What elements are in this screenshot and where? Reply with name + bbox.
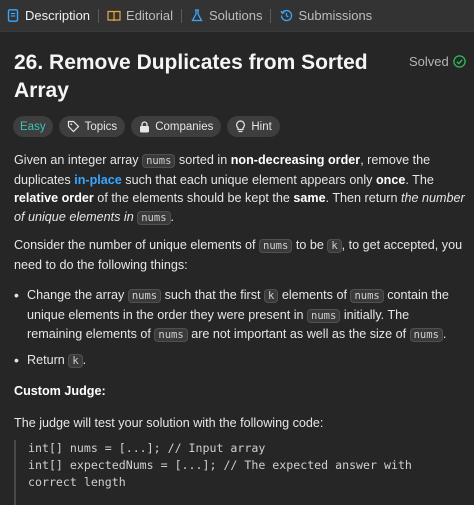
tab-editorial-label: Editorial	[126, 8, 173, 23]
tab-description-label: Description	[25, 8, 91, 23]
tab-editorial[interactable]: Editorial	[101, 0, 179, 31]
problem-title: 26. Remove Duplicates from Sorted Array	[14, 51, 368, 102]
list-item: • Return k.	[14, 351, 464, 371]
tab-description[interactable]: Description	[0, 0, 96, 31]
difficulty-badge[interactable]: Easy	[13, 116, 53, 137]
difficulty-label: Easy	[20, 120, 46, 133]
inline-code: nums	[350, 289, 384, 303]
tag-row: Easy Topics Companies Hint	[13, 116, 280, 137]
inline-code: k	[327, 239, 342, 253]
description-paragraph-1: Given an integer array nums sorted in no…	[14, 151, 466, 227]
bullet-dot: •	[14, 287, 19, 303]
inline-code: k	[68, 354, 83, 368]
text: . The	[405, 172, 434, 187]
inline-code: nums	[307, 308, 341, 323]
bold-text: relative order	[14, 191, 94, 205]
code-block: int[] nums = [...]; // Input array int[]…	[14, 440, 466, 505]
inline-code: nums	[259, 239, 293, 253]
tab-solutions[interactable]: Solutions	[184, 0, 268, 31]
companies-button[interactable]: Companies	[131, 116, 222, 137]
list-item-text: Return k.	[27, 351, 464, 371]
tab-solutions-label: Solutions	[209, 8, 263, 23]
text: elements of	[278, 288, 351, 302]
history-icon	[279, 9, 293, 23]
text: Consider the number of unique elements o…	[14, 238, 260, 252]
book-icon	[107, 9, 121, 23]
document-icon	[6, 9, 20, 23]
lightbulb-icon	[236, 120, 246, 133]
inline-code: nums	[127, 289, 162, 303]
text: Given an integer array	[14, 153, 143, 167]
solved-label: Solved	[409, 54, 449, 69]
text: of the elements should be kept the	[93, 191, 294, 205]
inline-code: nums	[137, 210, 171, 225]
inline-code: nums	[409, 328, 443, 342]
text: .	[170, 209, 175, 224]
tab-divider	[98, 8, 100, 23]
judge-text: The judge will test your solution with t…	[14, 416, 324, 430]
in-place-link[interactable]: in-place	[74, 173, 122, 187]
inline-code: k	[264, 289, 279, 303]
companies-label: Companies	[155, 120, 214, 133]
tab-divider	[181, 8, 182, 23]
text: .	[442, 327, 447, 341]
inline-code: nums	[142, 154, 176, 168]
bold-text: non-decreasing order	[230, 153, 361, 167]
list-item-text: Change the array nums such that the firs…	[27, 286, 464, 345]
solved-status: Solved	[409, 54, 466, 69]
text: Return	[27, 353, 69, 367]
topics-button[interactable]: Topics	[58, 116, 126, 137]
text: such that the first	[161, 288, 265, 302]
hint-label: Hint	[251, 120, 272, 133]
check-circle-icon	[453, 55, 466, 68]
tag-icon	[67, 120, 79, 133]
text: Change the array	[27, 288, 128, 302]
bullet-dot: •	[14, 352, 19, 368]
custom-judge-heading: Custom Judge:	[14, 384, 106, 398]
tab-submissions-label: Submissions	[298, 8, 373, 23]
text: .	[82, 353, 87, 367]
inline-code: nums	[154, 328, 188, 342]
list-item: • Change the array nums such that the fi…	[14, 286, 464, 345]
text: to be	[292, 238, 328, 252]
bold-text: same	[293, 191, 326, 205]
topics-label: Topics	[84, 120, 118, 133]
flask-icon	[190, 9, 204, 23]
hint-button[interactable]: Hint	[227, 116, 280, 137]
text: sorted in	[175, 153, 231, 167]
text: such that each unique element appears on…	[121, 172, 376, 187]
lock-icon	[140, 120, 150, 132]
tab-submissions[interactable]: Submissions	[273, 0, 378, 31]
tab-bar: Description Editorial Solutions Submissi…	[0, 0, 474, 32]
text: are not important as well as the size of	[187, 327, 410, 341]
text: . Then return	[325, 191, 401, 205]
tab-divider	[270, 8, 272, 23]
bold-text: once	[375, 172, 406, 187]
description-paragraph-2: Consider the number of unique elements o…	[14, 236, 466, 274]
